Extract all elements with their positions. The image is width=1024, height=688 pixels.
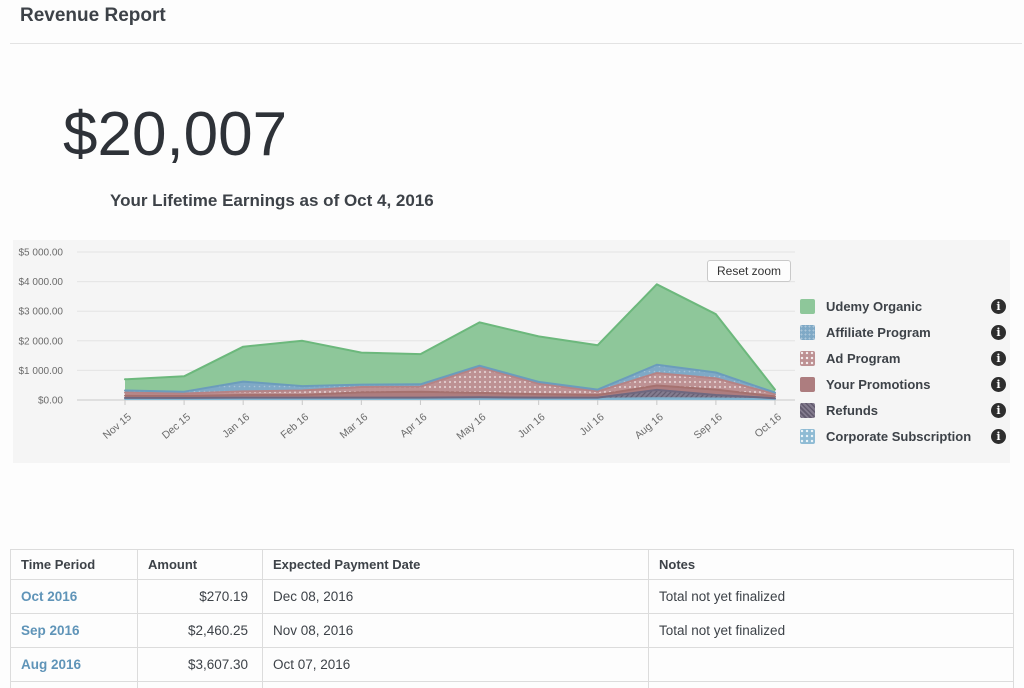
svg-text:$1 000.00: $1 000.00 [19,366,64,377]
legend-item-affiliate-program[interactable]: Affiliate Program i [800,322,1006,342]
svg-text:Feb 16: Feb 16 [278,411,311,441]
legend-label: Affiliate Program [826,325,931,340]
table-row: Oct 2016 $270.19 Dec 08, 2016 Total not … [11,580,1014,614]
date-cell: Nov 08, 2016 [263,614,649,648]
legend-label: Your Promotions [826,377,930,392]
table-row: Aug 2016 $3,607.30 Oct 07, 2016 [11,648,1014,682]
legend-swatch-corporate-subscription [800,429,815,444]
svg-text:$2 000.00: $2 000.00 [19,336,64,347]
svg-text:$0.00: $0.00 [38,396,63,407]
notes-cell: Total not yet finalized [649,580,1014,614]
col-header-amount: Amount [138,550,263,580]
svg-text:$4 000.00: $4 000.00 [19,277,64,288]
svg-text:Sep 16: Sep 16 [692,411,725,442]
payments-table: Time Period Amount Expected Payment Date… [10,549,1014,688]
info-icon[interactable]: i [991,325,1006,340]
period-link-sep-2016[interactable]: Sep 2016 [21,623,80,638]
lifetime-earnings-caption: Your Lifetime Earnings as of Oct 4, 2016 [110,191,434,211]
svg-text:May 16: May 16 [454,411,488,442]
legend-swatch-affiliate-program [800,325,815,340]
svg-text:Jan 16: Jan 16 [220,411,252,441]
legend-item-corporate-subscription[interactable]: Corporate Subscription i [800,426,1006,446]
reset-zoom-button[interactable]: Reset zoom [707,260,791,282]
notes-cell: Total not yet finalized [649,614,1014,648]
period-link-aug-2016[interactable]: Aug 2016 [21,657,81,672]
svg-text:Mar 16: Mar 16 [338,411,371,441]
legend-swatch-udemy-organic [800,299,815,314]
col-header-time-period: Time Period [11,550,138,580]
legend-item-refunds[interactable]: Refunds i [800,400,1006,420]
svg-text:Nov 15: Nov 15 [101,411,134,442]
legend-label: Udemy Organic [826,299,922,314]
legend-swatch-your-promotions [800,377,815,392]
info-icon[interactable]: i [991,351,1006,366]
notes-cell [649,648,1014,682]
legend-item-udemy-organic[interactable]: Udemy Organic i [800,296,1006,316]
revenue-chart-panel: $0.00 $1 000.00 $2 000.00 $3 000.00 $4 000.0… [13,240,1010,463]
legend-label: Ad Program [826,351,900,366]
info-icon[interactable]: i [991,403,1006,418]
header-divider [10,43,1022,44]
lifetime-earnings-amount: $20,007 [63,104,287,166]
amount-cell: $270.19 [138,580,263,614]
amount-cell: $2,460.25 [138,614,263,648]
svg-text:Jul 16: Jul 16 [577,411,606,438]
legend-label: Refunds [826,403,878,418]
col-header-notes: Notes [649,550,1014,580]
table-header-row: Time Period Amount Expected Payment Date… [11,550,1014,580]
svg-text:Apr 16: Apr 16 [398,411,430,440]
legend-label: Corporate Subscription [826,429,971,444]
col-header-expected-payment-date: Expected Payment Date [263,550,649,580]
table-row: Sep 2016 $2,460.25 Nov 08, 2016 Total no… [11,614,1014,648]
svg-text:Jun 16: Jun 16 [516,411,548,441]
date-cell: Oct 07, 2016 [263,648,649,682]
legend-swatch-refunds [800,403,815,418]
page-title: Revenue Report [20,5,166,27]
table-row-partial [11,682,1014,688]
svg-text:Dec 15: Dec 15 [160,411,193,442]
period-link-oct-2016[interactable]: Oct 2016 [21,589,77,604]
revenue-report-page: Revenue Report $20,007 Your Lifetime Ear… [0,0,1024,688]
chart-legend: Udemy Organic i Affiliate Program i Ad P… [800,296,1006,446]
svg-text:$5 000.00: $5 000.00 [19,248,64,259]
legend-swatch-ad-program [800,351,815,366]
info-icon[interactable]: i [991,377,1006,392]
svg-text:$3 000.00: $3 000.00 [19,307,64,318]
info-icon[interactable]: i [991,429,1006,444]
date-cell: Dec 08, 2016 [263,580,649,614]
info-icon[interactable]: i [991,299,1006,314]
svg-text:Aug 16: Aug 16 [633,411,666,442]
legend-item-ad-program[interactable]: Ad Program i [800,348,1006,368]
amount-cell: $3,607.30 [138,648,263,682]
svg-text:Oct 16: Oct 16 [753,411,785,440]
legend-item-your-promotions[interactable]: Your Promotions i [800,374,1006,394]
